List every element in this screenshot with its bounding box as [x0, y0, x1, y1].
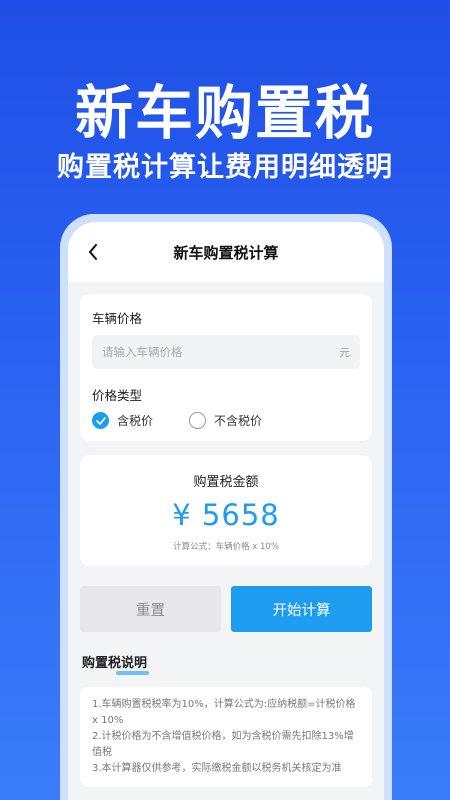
- calculate-button[interactable]: 开始计算: [231, 586, 372, 632]
- result-card: 购置税金额 ¥ 5658 计算公式：车辆价格 x 10%: [80, 455, 372, 566]
- radio-tax-included-label: 含税价: [117, 414, 154, 428]
- check-icon: [92, 412, 109, 429]
- action-buttons: 重置 开始计算: [80, 586, 372, 632]
- promo-subtitle: 购置税计算让费用明细透明: [57, 152, 393, 183]
- title-underline: [116, 671, 150, 675]
- price-input[interactable]: [102, 345, 340, 359]
- radio-empty-icon: [189, 412, 207, 429]
- note-line: 2.计税价格为不含增值税价格，如为含税价需先扣除13%增值税: [92, 731, 354, 758]
- result-formula: 计算公式：车辆价格 x 10%: [173, 542, 279, 552]
- price-input-box[interactable]: 元: [92, 335, 360, 369]
- phone-frame: 新车购置税计算 车辆价格 元 价格类型 含税价: [60, 214, 392, 800]
- app-screen: 新车购置税计算 车辆价格 元 价格类型 含税价: [68, 222, 384, 800]
- info-section-title: 购置税说明: [80, 652, 150, 675]
- price-type-radio-group: 含税价 不含税价: [92, 412, 360, 429]
- result-title: 购置税金额: [193, 475, 259, 490]
- page-title: 新车购置税计算: [173, 243, 279, 262]
- price-form-card: 车辆价格 元 价格类型 含税价 不含税价: [80, 294, 372, 441]
- reset-button[interactable]: 重置: [80, 586, 221, 632]
- price-unit: 元: [339, 346, 351, 359]
- radio-tax-excluded-label: 不含税价: [214, 414, 263, 428]
- result-amount: ¥ 5658: [172, 498, 280, 532]
- price-label: 车辆价格: [92, 311, 143, 326]
- nav-bar: 新车购置税计算: [68, 222, 384, 282]
- info-notes: 1.车辆购置税税率为10%，计算公式为:应纳税额=计税价格 x 10% 2.计税…: [80, 687, 372, 787]
- promo-title: 新车购置税: [74, 79, 375, 147]
- chevron-left-icon[interactable]: [84, 240, 102, 264]
- price-type-label: 价格类型: [92, 388, 143, 403]
- note-line: 3.本计算器仅供参考，实际缴税金额以税务机关核定为准: [92, 763, 342, 774]
- radio-tax-excluded[interactable]: 不含税价: [189, 412, 262, 429]
- info-title-text: 购置税说明: [82, 656, 148, 671]
- note-line: 1.车辆购置税税率为10%，计算公式为:应纳税额=计税价格 x 10%: [92, 699, 356, 726]
- radio-tax-included[interactable]: 含税价: [92, 412, 153, 429]
